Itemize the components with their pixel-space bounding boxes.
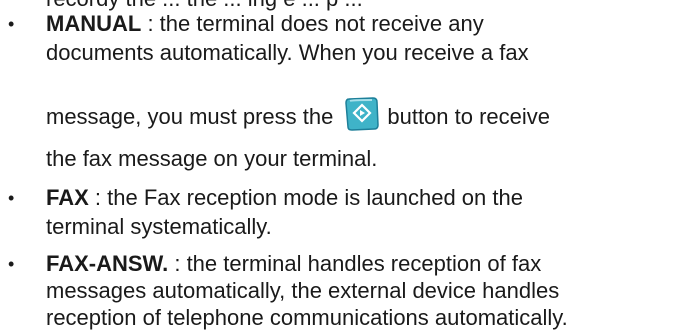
- manual-line-1: MANUAL : the terminal does not receive a…: [46, 11, 484, 37]
- start-diamond-icon: [343, 95, 381, 133]
- term-fax: FAX: [46, 185, 89, 210]
- manual-line-2-text: documents automatically. When you receiv…: [46, 40, 529, 65]
- manual-line-4: the fax message on your terminal.: [46, 146, 377, 172]
- fax-answ-line-1-text: : the terminal handles reception of fax: [168, 251, 542, 276]
- fax-line-2: terminal systematically.: [46, 214, 272, 240]
- document-page: recordy the ... the ... ing e ... p ... …: [0, 0, 680, 334]
- manual-line-4-text: the fax message on your terminal.: [46, 146, 378, 171]
- manual-line-3-before: message, you must press the: [46, 103, 334, 129]
- bullet-fax-answ: •: [8, 254, 15, 274]
- fax-line-1: FAX : the Fax reception mode is launched…: [46, 185, 523, 211]
- bullet-fax: •: [8, 188, 15, 208]
- fax-answ-line-2: messages automatically, the external dev…: [46, 278, 559, 304]
- fax-line-1-text: : the Fax reception mode is launched on …: [88, 185, 523, 210]
- bullet-manual: •: [8, 14, 15, 34]
- term-fax-answ: FAX-ANSW.: [46, 251, 169, 276]
- manual-line-1-text: : the terminal does not receive any: [141, 11, 484, 36]
- fax-answ-line-3: reception of telephone communications au…: [46, 305, 568, 331]
- fax-line-2-text: terminal systematically.: [46, 214, 272, 239]
- fax-answ-line-3-text: reception of telephone communications au…: [46, 305, 568, 330]
- fax-answ-line-1: FAX-ANSW. : the terminal handles recepti…: [46, 251, 541, 277]
- manual-line-2: documents automatically. When you receiv…: [46, 40, 529, 66]
- fax-answ-line-2-text: messages automatically, the external dev…: [46, 278, 560, 303]
- term-manual: MANUAL: [46, 11, 142, 36]
- top-fragment-text: recordy the ... the ... ing e ... p ...: [46, 0, 363, 11]
- manual-line-3-after: button to receive: [387, 103, 551, 129]
- manual-line-3: message, you must press the button to re…: [46, 97, 550, 131]
